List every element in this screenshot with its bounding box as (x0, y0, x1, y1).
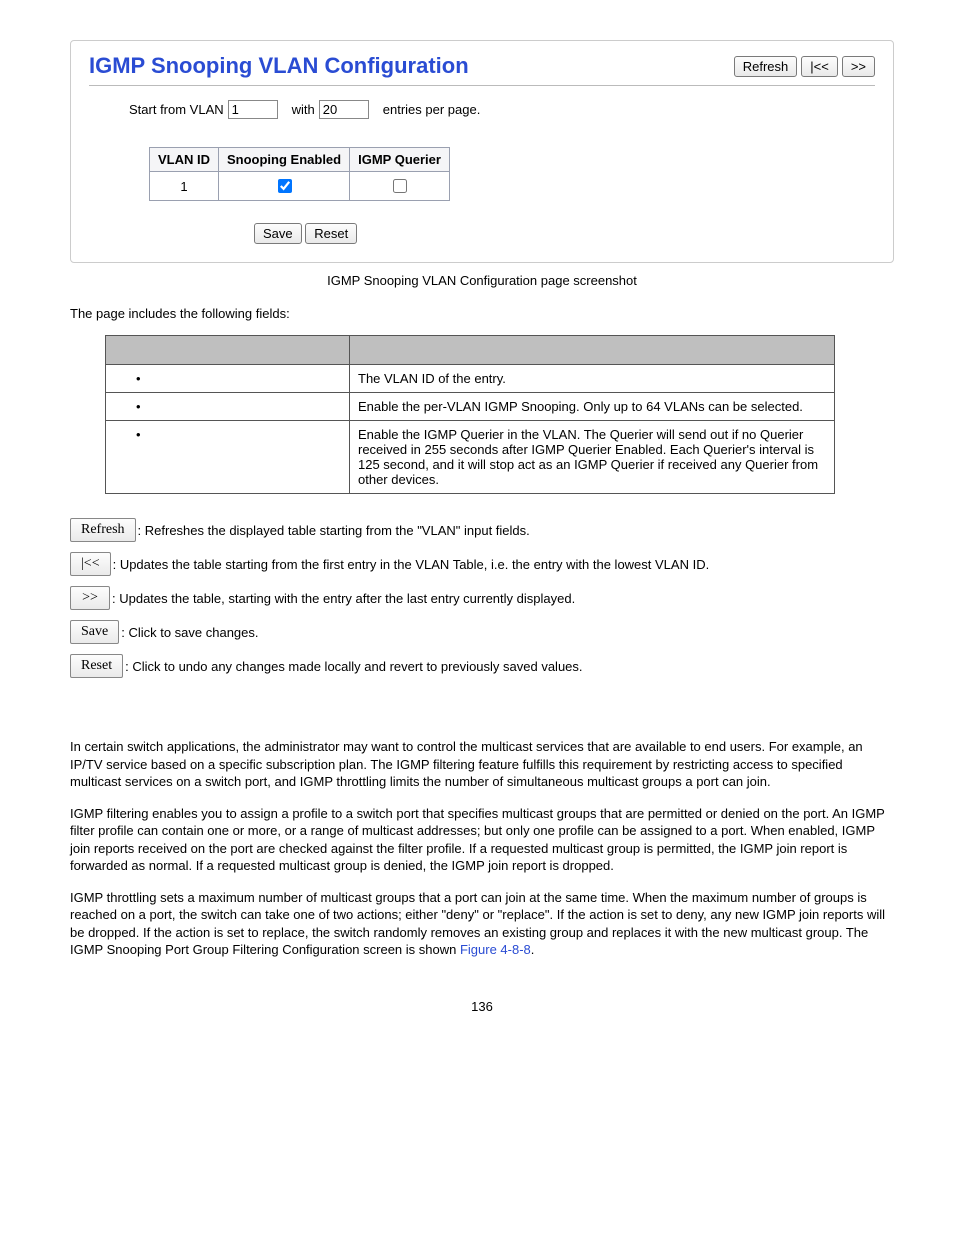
first-desc: : Updates the table starting from the fi… (113, 557, 710, 572)
refresh-desc-row: Refresh : Refreshes the displayed table … (70, 518, 894, 542)
table-header-row: VLAN ID Snooping Enabled IGMP Querier (150, 148, 450, 172)
panel-title: IGMP Snooping VLAN Configuration (89, 53, 469, 79)
action-row: Save Reset (254, 223, 875, 244)
field-row: The VLAN ID of the entry. (106, 365, 835, 393)
next-desc-row: >> : Updates the table, starting with th… (70, 586, 894, 610)
refresh-button[interactable]: Refresh (734, 56, 798, 77)
table-row: 1 (150, 172, 450, 201)
cell-snooping (219, 172, 350, 201)
page-number: 136 (70, 999, 894, 1014)
entries-suffix: entries per page. (383, 102, 481, 117)
field-row: Enable the IGMP Querier in the VLAN. The… (106, 421, 835, 494)
body-para-3b: . (531, 942, 535, 957)
next-page-button[interactable]: >> (842, 56, 875, 77)
divider (89, 85, 875, 86)
save-button[interactable]: Save (254, 223, 302, 244)
figure-link[interactable]: Figure 4-8-8 (460, 942, 531, 957)
field-description-table: The VLAN ID of the entry. Enable the per… (105, 335, 835, 494)
with-label: with (292, 102, 315, 117)
th-vlan-id: VLAN ID (150, 148, 219, 172)
refresh-desc: : Refreshes the displayed table starting… (138, 523, 530, 538)
first-desc-row: |<< : Updates the table starting from th… (70, 552, 894, 576)
body-para-2: IGMP filtering enables you to assign a p… (70, 805, 894, 875)
entries-per-page-input[interactable] (319, 100, 369, 119)
field-name (106, 393, 350, 421)
field-desc: The VLAN ID of the entry. (350, 365, 835, 393)
body-para-3: IGMP throttling sets a maximum number of… (70, 889, 894, 959)
field-desc: Enable the per-VLAN IGMP Snooping. Only … (350, 393, 835, 421)
panel-header: IGMP Snooping VLAN Configuration Refresh… (89, 53, 875, 79)
field-name (106, 421, 350, 494)
snooping-checkbox[interactable] (278, 179, 292, 193)
save-icon-button[interactable]: Save (70, 620, 119, 644)
body-para-1: In certain switch applications, the admi… (70, 738, 894, 791)
field-desc: Enable the IGMP Querier in the VLAN. The… (350, 421, 835, 494)
field-row: Enable the per-VLAN IGMP Snooping. Only … (106, 393, 835, 421)
th-igmp-querier: IGMP Querier (350, 148, 450, 172)
paging-controls: Start from VLAN with entries per page. (129, 100, 875, 119)
reset-desc-row: Reset : Click to undo any changes made l… (70, 654, 894, 678)
field-name (106, 365, 350, 393)
field-table-header (106, 336, 835, 365)
first-page-button[interactable]: |<< (801, 56, 838, 77)
reset-icon-button[interactable]: Reset (70, 654, 123, 678)
save-desc-row: Save : Click to save changes. (70, 620, 894, 644)
start-vlan-input[interactable] (228, 100, 278, 119)
cell-querier (350, 172, 450, 201)
refresh-icon-button[interactable]: Refresh (70, 518, 136, 542)
next-icon-button[interactable]: >> (70, 586, 110, 610)
first-icon-button[interactable]: |<< (70, 552, 111, 576)
querier-checkbox[interactable] (393, 179, 407, 193)
start-from-label: Start from VLAN (129, 102, 224, 117)
fields-intro: The page includes the following fields: (70, 306, 894, 321)
vlan-table: VLAN ID Snooping Enabled IGMP Querier 1 (149, 147, 450, 201)
next-desc: : Updates the table, starting with the e… (112, 591, 575, 606)
cell-vlan-id: 1 (150, 172, 219, 201)
save-desc: : Click to save changes. (121, 625, 258, 640)
reset-button[interactable]: Reset (305, 223, 357, 244)
th-snooping-enabled: Snooping Enabled (219, 148, 350, 172)
screenshot-caption: IGMP Snooping VLAN Configuration page sc… (70, 273, 894, 288)
config-panel: IGMP Snooping VLAN Configuration Refresh… (70, 40, 894, 263)
reset-desc: : Click to undo any changes made locally… (125, 659, 582, 674)
panel-button-row: Refresh |<< >> (734, 56, 875, 77)
